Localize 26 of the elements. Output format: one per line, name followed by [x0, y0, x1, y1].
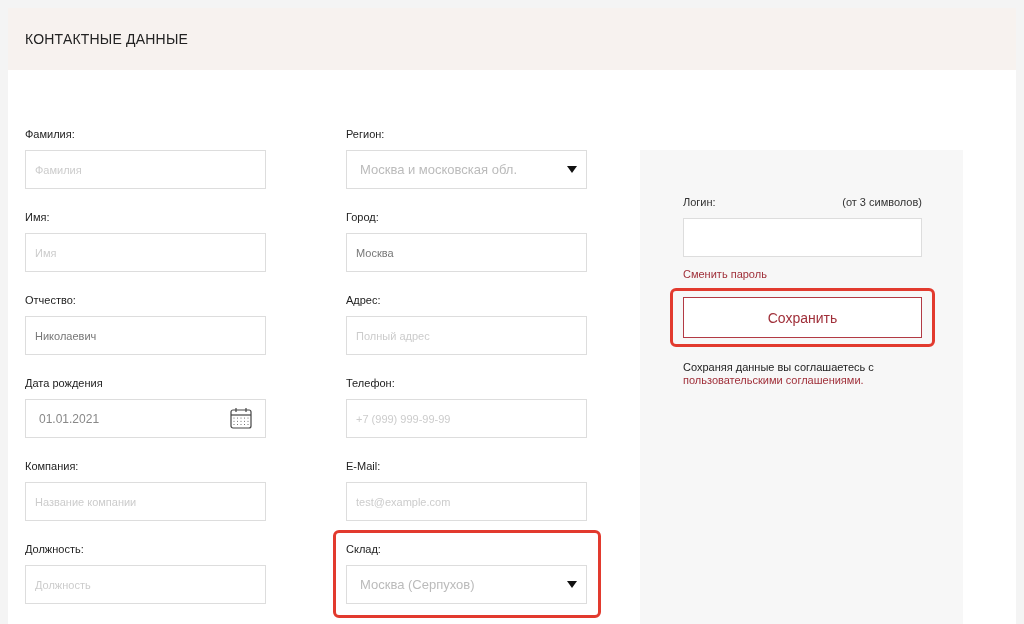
- field-label: E-Mail:: [346, 459, 382, 474]
- field-label: Город:: [346, 210, 380, 225]
- agreement-text: Сохраняя данные вы соглашаетесь с пользовательскими соглашениями.: [683, 361, 875, 387]
- field-label: Регион:: [346, 127, 386, 142]
- agreement-link[interactable]: пользовательскими соглашениями.: [683, 374, 864, 386]
- caret-icon: [567, 581, 577, 588]
- field-label: Телефон:: [346, 376, 396, 391]
- input-field[interactable]: Николаевич: [25, 316, 266, 355]
- field-label: Имя:: [25, 210, 51, 225]
- field-label: Отчество:: [25, 293, 77, 308]
- calendar-icon[interactable]: [229, 406, 253, 430]
- field-label: Должность:: [25, 542, 85, 557]
- field-label: Компания:: [25, 459, 80, 474]
- date-field[interactable]: 01.01.2021: [25, 399, 266, 438]
- field-label: Дата рождения: [25, 376, 104, 391]
- input-field[interactable]: Москва: [346, 233, 587, 272]
- caret-icon: [567, 166, 577, 173]
- change-password-link[interactable]: Сменить пароль: [683, 268, 963, 280]
- field-label: Адрес:: [346, 293, 382, 308]
- field-label: Склад:: [346, 542, 382, 557]
- field-label: Фамилия:: [25, 127, 76, 142]
- section-title: КОНТАКТНЫЕ ДАННЫЕ: [25, 31, 189, 47]
- login-label: Логин:: [683, 196, 716, 208]
- login-field[interactable]: [683, 218, 922, 257]
- save-button[interactable]: Сохранить: [683, 297, 922, 338]
- login-hint: (от 3 символов): [842, 196, 922, 208]
